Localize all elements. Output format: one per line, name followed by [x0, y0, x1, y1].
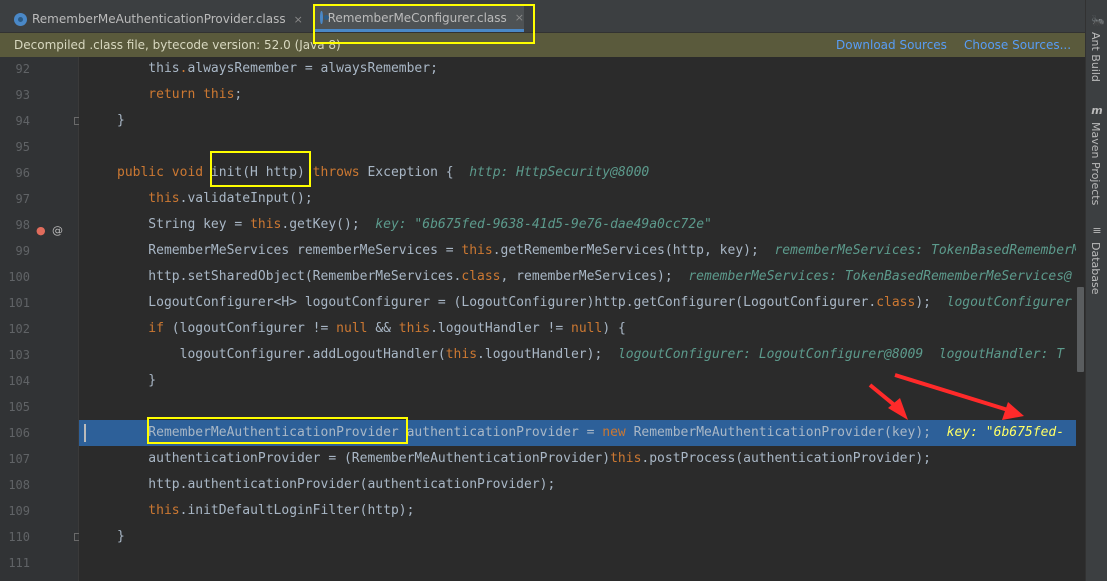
- annotation-arrows: [868, 373, 1024, 420]
- arrow-2-head: [1002, 402, 1024, 420]
- arrow-2-shaft: [894, 373, 1009, 412]
